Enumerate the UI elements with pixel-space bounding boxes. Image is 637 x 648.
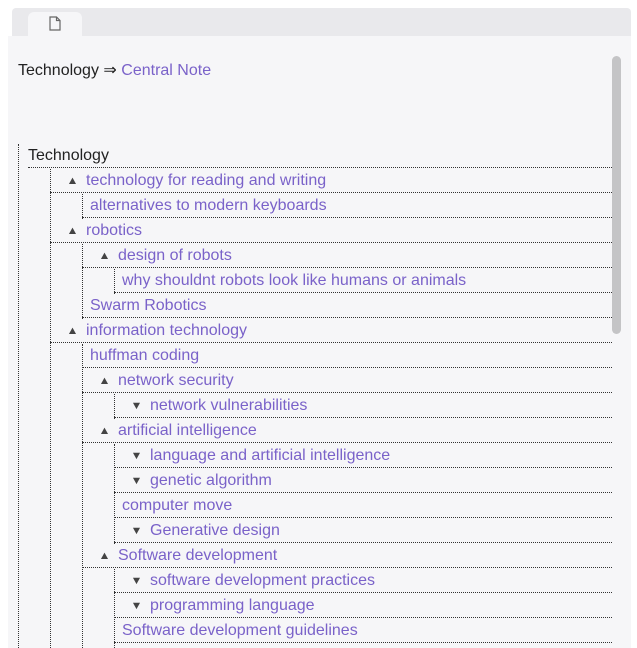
outline-item: network vulnerabilities <box>114 394 612 418</box>
outline-item-link[interactable]: network vulnerabilities <box>150 397 307 414</box>
note-tab[interactable] <box>28 12 82 36</box>
outline-item: programming language <box>114 594 612 618</box>
outline-item: why shouldnt robots look like humans or … <box>114 269 612 293</box>
outline-item: information technology <box>50 319 612 343</box>
outline-item-link[interactable]: alternatives to modern keyboards <box>90 197 327 214</box>
collapse-toggle-icon[interactable] <box>62 319 82 343</box>
outline-item: alternatives to modern keyboards <box>82 194 612 218</box>
outline-item-link[interactable]: genetic algorithm <box>150 472 272 489</box>
outline-item-link[interactable]: technology for reading and writing <box>86 172 326 189</box>
outline-item: technology for reading and writing <box>50 169 612 193</box>
outline-item: computer move <box>114 494 612 518</box>
outline-item: robotics <box>50 219 612 243</box>
tab-bar <box>0 0 637 36</box>
vertical-scrollbar[interactable] <box>612 56 621 334</box>
outline-item-link[interactable]: artificial intelligence <box>118 422 257 439</box>
expand-toggle-icon[interactable] <box>126 469 146 493</box>
outline-item-link[interactable]: Software development <box>118 547 277 564</box>
outline-item-link[interactable]: Software development guidelines <box>122 622 358 639</box>
outline-item: Software development <box>82 544 612 568</box>
expand-toggle-icon[interactable] <box>126 519 146 543</box>
outline-item: huffman coding <box>82 344 612 368</box>
outline-item-link[interactable]: why shouldnt robots look like humans or … <box>122 272 466 289</box>
outline-item: Swarm Robotics <box>82 294 612 318</box>
tab-strip <box>12 8 631 36</box>
outline-root: Technology <box>28 144 612 168</box>
note-panel: Technology ⇒ Central Note Technology tec… <box>8 36 631 648</box>
outline-item-link[interactable]: computer move <box>122 497 232 514</box>
outline-item-link[interactable]: information technology <box>86 322 247 339</box>
expand-toggle-icon[interactable] <box>126 444 146 468</box>
outline-item: Software development guidelines <box>114 619 612 643</box>
outline-item-link[interactable]: network security <box>118 372 234 389</box>
collapse-toggle-icon[interactable] <box>94 244 114 268</box>
outline-item-link[interactable]: language and artificial intelligence <box>150 447 390 464</box>
outline-item-link[interactable]: robotics <box>86 222 142 239</box>
outline-root-label: Technology <box>28 147 109 164</box>
collapse-toggle-icon[interactable] <box>94 544 114 568</box>
document-icon <box>49 16 61 31</box>
outline-item: Generative design <box>114 519 612 543</box>
outline-item-link[interactable]: design of robots <box>118 247 232 264</box>
outline-item-link[interactable]: programming language <box>150 597 315 614</box>
outline-item-link[interactable]: software development practices <box>150 572 375 589</box>
outline-item-link[interactable]: Swarm Robotics <box>90 297 206 314</box>
outline-item: genetic algorithm <box>114 469 612 493</box>
outline-tree: Technology technology for reading and wr… <box>8 36 612 648</box>
expand-toggle-icon[interactable] <box>126 394 146 418</box>
collapse-toggle-icon[interactable] <box>94 419 114 443</box>
collapse-toggle-icon[interactable] <box>62 169 82 193</box>
outline-item-link[interactable]: Generative design <box>150 522 280 539</box>
outline-item: artificial intelligence <box>82 419 612 443</box>
collapse-toggle-icon[interactable] <box>62 219 82 243</box>
expand-toggle-icon[interactable] <box>126 594 146 618</box>
outline-item-link[interactable]: huffman coding <box>90 347 199 364</box>
outline-item: language and artificial intelligence <box>114 444 612 468</box>
outline-item: software development practices <box>114 569 612 593</box>
outline-item: network security <box>82 369 612 393</box>
expand-toggle-icon[interactable] <box>126 569 146 593</box>
outline-guide-line <box>18 144 19 648</box>
collapse-toggle-icon[interactable] <box>94 369 114 393</box>
outline-item: design of robots <box>82 244 612 268</box>
